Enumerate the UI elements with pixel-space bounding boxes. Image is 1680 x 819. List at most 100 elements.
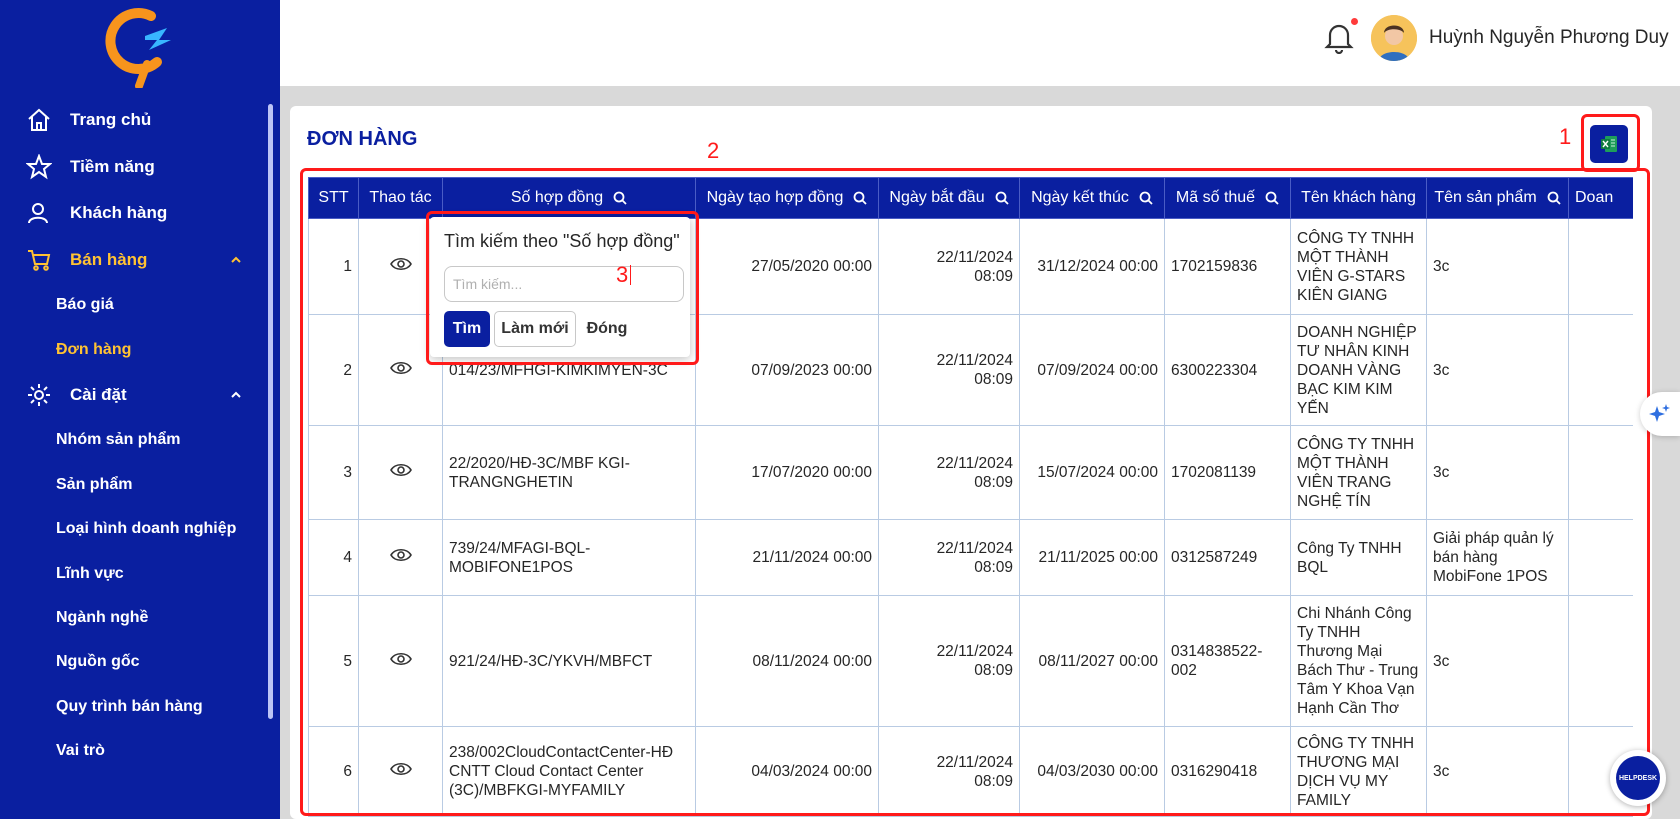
cell-revenue: 4,77: [1568, 314, 1633, 426]
cell-stt: 3: [308, 425, 359, 520]
cell-customer-name: Công Ty TNHH BQL: [1290, 519, 1427, 596]
cell-end-date: 15/07/2024 00:00: [1019, 425, 1165, 520]
sparkle-icon: [1649, 404, 1670, 422]
col-header-actions: Thao tác: [358, 177, 443, 219]
cell-stt: 6: [308, 726, 359, 817]
table-row: 5 921/24/HĐ-3C/YKVH/MBFCT 08/11/2024 00:00…: [308, 595, 1633, 727]
cell-product-name: Giải pháp quản lý bán hàng MobiFone 1POS: [1426, 519, 1569, 596]
cell-customer-name: Chi Nhánh Công Ty TNHH Thương Mại Bách T…: [1290, 595, 1427, 727]
cell-tax-code: 6300223304: [1164, 314, 1291, 426]
search-icon[interactable]: [613, 191, 627, 205]
export-excel-button[interactable]: [1590, 125, 1628, 163]
table-row: 3 22/2020/HĐ-3C/MBF KGI-TRANGNGHETIN 17/07…: [308, 425, 1633, 520]
sidebar-item-label: Trang chủ: [70, 110, 152, 129]
bell-icon[interactable]: [1324, 20, 1354, 54]
sidebar-item-potential[interactable]: Tiềm năng: [0, 145, 270, 189]
cell-created-date: 17/07/2020 00:00: [695, 425, 879, 520]
sidebar-subitem-industries[interactable]: Ngành nghề: [56, 598, 148, 638]
search-icon[interactable]: [1265, 191, 1279, 205]
eye-icon[interactable]: [389, 651, 412, 667]
search-icon[interactable]: [1547, 191, 1561, 205]
col-header-start-date[interactable]: Ngày bắt đầu: [878, 177, 1020, 219]
cell-product-name: 3c: [1426, 425, 1569, 520]
eye-icon[interactable]: [389, 761, 412, 777]
cell-created-date: 27/05/2020 00:00: [695, 218, 879, 315]
chevron-up-icon[interactable]: [229, 252, 243, 272]
chevron-up-icon[interactable]: [229, 387, 243, 407]
search-icon[interactable]: [995, 191, 1009, 205]
col-header-stt: STT: [308, 177, 359, 219]
sidebar-subitem-products[interactable]: Sản phẩm: [56, 465, 132, 505]
cell-created-date: 07/09/2023 00:00: [695, 314, 879, 426]
sidebar-subitem-business-types[interactable]: Loại hình doanh nghiệp: [56, 509, 236, 549]
gear-icon: [26, 382, 52, 408]
sidebar-subitem-orders[interactable]: Đơn hàng: [56, 330, 131, 370]
cell-contract-no: 238/002CloudContactCenter-HĐ CNTT Cloud …: [442, 726, 696, 817]
search-input[interactable]: [444, 266, 684, 302]
cell-contract-no: 22/2020/HĐ-3C/MBF KGI-TRANGNGHETIN: [442, 425, 696, 520]
cell-end-date: 04/03/2030 00:00: [1019, 726, 1165, 817]
sidebar-subitem-sales-process[interactable]: Quy trình bán hàng: [56, 687, 203, 727]
cell-start-date: 22/11/2024 08:09: [878, 519, 1020, 596]
cell-start-date: 22/11/2024 08:09: [878, 726, 1020, 817]
sidebar-subitem-product-groups[interactable]: Nhóm sản phẩm: [56, 420, 180, 460]
sidebar: Trang chủ Tiềm năng Khách hàng Bán hàng …: [0, 0, 280, 819]
popup-title: Tìm kiếm theo "Số hợp đồng": [444, 231, 680, 251]
sidebar-item-customers[interactable]: Khách hàng: [0, 191, 270, 235]
cell-customer-name: DOANH NGHIỆP TƯ NHÂN KINH DOANH VÀNG BẠC…: [1290, 314, 1427, 426]
search-icon[interactable]: [853, 191, 868, 205]
sidebar-subitem-fields[interactable]: Lĩnh vực: [56, 554, 124, 594]
cell-end-date: 07/09/2024 00:00: [1019, 314, 1165, 426]
sidebar-subitem-quotes[interactable]: Báo giá: [56, 285, 114, 325]
cell-stt: 1: [308, 218, 359, 315]
cell-created-date: 08/11/2024 00:00: [695, 595, 879, 727]
col-header-contract-no[interactable]: Số hợp đồng: [442, 177, 696, 219]
cell-tax-code: 0316290418: [1164, 726, 1291, 817]
text-cursor: [630, 265, 631, 285]
eye-icon[interactable]: [389, 360, 412, 376]
annotation-label-1: 1: [1559, 124, 1572, 149]
col-header-product-name[interactable]: Tên sản phẩm: [1426, 177, 1569, 219]
cell-end-date: 21/11/2025 00:00: [1019, 519, 1165, 596]
sidebar-item-sales[interactable]: Bán hàng: [0, 238, 270, 282]
close-button[interactable]: Đóng: [582, 311, 632, 347]
cell-actions[interactable]: [358, 519, 443, 596]
eye-icon[interactable]: [389, 547, 412, 563]
cell-actions[interactable]: [358, 425, 443, 520]
search-icon[interactable]: [1139, 191, 1153, 205]
sidebar-scrollbar[interactable]: [268, 104, 273, 719]
sidebar-item-home[interactable]: Trang chủ: [0, 98, 270, 142]
annotation-label-3: 3: [616, 262, 629, 287]
sidebar-item-settings[interactable]: Cài đặt: [0, 373, 270, 417]
cell-end-date: 31/12/2024 00:00: [1019, 218, 1165, 315]
cell-revenue: 1,2: [1568, 519, 1633, 596]
user-name[interactable]: Huỳnh Nguyễn Phương Duy: [1429, 27, 1669, 49]
cell-start-date: 22/11/2024 08:09: [878, 425, 1020, 520]
cell-revenue: 72,676,9: [1568, 218, 1633, 315]
eye-icon[interactable]: [389, 462, 412, 478]
col-header-label: Ngày tạo hợp đồng: [706, 189, 844, 206]
helpdesk-button[interactable]: HELPDESK: [1610, 750, 1666, 806]
col-header-label: Tên sản phẩm: [1434, 189, 1537, 206]
cell-stt: 5: [308, 595, 359, 727]
sidebar-subitem-sources[interactable]: Nguồn gốc: [56, 642, 140, 682]
col-header-label: Ngày bắt đầu: [889, 189, 985, 206]
ai-assistant-button[interactable]: [1640, 392, 1680, 436]
col-header-created-date[interactable]: Ngày tạo hợp đồng: [695, 177, 879, 219]
cell-revenue: 4: [1568, 595, 1633, 727]
cell-actions[interactable]: [358, 595, 443, 727]
col-header-end-date[interactable]: Ngày kết thúc: [1019, 177, 1165, 219]
cell-end-date: 08/11/2027 00:00: [1019, 595, 1165, 727]
sidebar-item-label: Khách hàng: [70, 203, 168, 222]
cell-stt: 2: [308, 314, 359, 426]
search-button[interactable]: Tìm: [444, 311, 490, 347]
avatar[interactable]: [1371, 15, 1417, 61]
cell-actions[interactable]: [358, 726, 443, 817]
reset-button[interactable]: Làm mới: [494, 311, 576, 347]
cell-start-date: 22/11/2024 08:09: [878, 314, 1020, 426]
col-header-tax-code[interactable]: Mã số thuế: [1164, 177, 1291, 219]
cell-customer-name: CÔNG TY TNHH MỘT THÀNH VIÊN G-STARS KIÊN…: [1290, 218, 1427, 315]
eye-icon[interactable]: [389, 256, 412, 272]
cell-tax-code: 1702081139: [1164, 425, 1291, 520]
sidebar-subitem-roles[interactable]: Vai trò: [56, 731, 105, 771]
